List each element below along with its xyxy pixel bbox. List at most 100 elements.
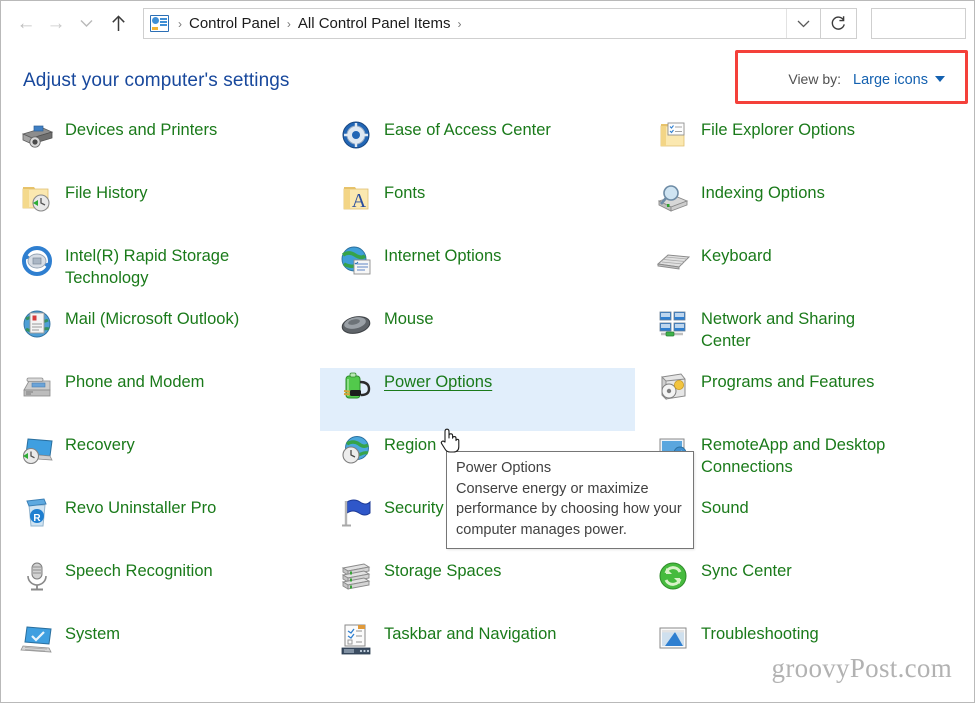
internet-options-icon: [334, 242, 378, 278]
item-label: Internet Options: [378, 242, 501, 267]
breadcrumb-separator: ›: [280, 17, 298, 31]
item-programs-and-features[interactable]: Programs and Features: [637, 368, 962, 431]
page-title: Adjust your computer's settings: [23, 70, 290, 92]
item-label: Devices and Printers: [59, 116, 217, 141]
item-phone-and-modem[interactable]: Phone and Modem: [1, 368, 316, 431]
battery-plug-icon: [334, 368, 378, 404]
item-mail-microsoft-outlook[interactable]: Mail (Microsoft Outlook): [1, 305, 316, 368]
refresh-button[interactable]: [821, 8, 857, 39]
globe-clock-icon: [334, 431, 378, 467]
disk-stack-icon: [334, 557, 378, 593]
item-intel-rapid-storage-technology[interactable]: Intel(R) Rapid Storage Technology: [1, 242, 316, 305]
chevron-down-icon: [797, 20, 810, 28]
item-label: Sync Center: [695, 557, 792, 582]
address-bar[interactable]: › Control Panel › All Control Panel Item…: [143, 8, 821, 39]
fax-modem-icon: [15, 368, 59, 404]
item-file-history[interactable]: File History: [1, 179, 316, 242]
item-label: Programs and Features: [695, 368, 874, 393]
tooltip-line-3: computer manages power.: [456, 520, 684, 541]
intel-storage-icon: [15, 242, 59, 278]
svg-text:R: R: [33, 513, 41, 524]
item-label: Speech Recognition: [59, 557, 213, 582]
item-sync-center[interactable]: Sync Center: [637, 557, 962, 620]
chevron-down-icon: [935, 76, 945, 82]
item-taskbar-and-navigation[interactable]: Taskbar and Navigation: [320, 620, 635, 683]
recent-locations-button[interactable]: [71, 9, 101, 39]
search-input[interactable]: [871, 8, 966, 39]
chevron-down-icon: [80, 19, 93, 28]
item-revo-uninstaller-pro[interactable]: R Revo Uninstaller Pro: [1, 494, 316, 557]
item-ease-of-access-center[interactable]: Ease of Access Center: [320, 116, 635, 179]
item-fonts[interactable]: A Fonts: [320, 179, 635, 242]
arrow-up-icon: [111, 15, 126, 32]
item-mouse[interactable]: Mouse: [320, 305, 635, 368]
arrow-left-icon: ←: [17, 14, 36, 33]
item-label: Fonts: [378, 179, 425, 204]
item-network-and-sharing-center[interactable]: Network and Sharing Center: [637, 305, 962, 368]
item-label: Revo Uninstaller Pro: [59, 494, 216, 519]
item-storage-spaces[interactable]: Storage Spaces: [320, 557, 635, 620]
microphone-icon: [15, 557, 59, 593]
item-recovery[interactable]: Recovery: [1, 431, 316, 494]
folder-options-icon: [651, 116, 695, 152]
flag-icon: [334, 494, 378, 530]
items-column-3: File Explorer Options Indexing Options: [637, 116, 962, 683]
fonts-folder-icon: A: [334, 179, 378, 215]
item-label: Mouse: [378, 305, 434, 330]
programs-features-icon: [651, 368, 695, 404]
view-by-value: Large icons: [853, 72, 928, 88]
sync-center-icon: [651, 557, 695, 593]
item-label: Phone and Modem: [59, 368, 204, 393]
item-label: Network and Sharing Center: [695, 305, 855, 353]
monitor-check-icon: [15, 620, 59, 656]
toolbar: ← → › Control Panel › All Control Panel …: [1, 1, 974, 46]
item-speech-recognition[interactable]: Speech Recognition: [1, 557, 316, 620]
svg-text:A: A: [352, 190, 367, 212]
up-button[interactable]: [103, 9, 133, 39]
item-label: Taskbar and Navigation: [378, 620, 556, 645]
item-label: Power Options: [378, 368, 492, 393]
keyboard-icon: [651, 242, 695, 278]
breadcrumb-all-control-panel-items[interactable]: All Control Panel Items: [298, 15, 451, 32]
breadcrumb-control-panel[interactable]: Control Panel: [189, 15, 280, 32]
folder-clock-icon: [15, 179, 59, 215]
item-system[interactable]: System: [1, 620, 316, 683]
view-by-control: View by: Large icons: [766, 57, 962, 102]
item-label: Storage Spaces: [378, 557, 501, 582]
back-button[interactable]: ←: [11, 9, 41, 39]
tooltip-title: Power Options: [456, 458, 684, 479]
revo-uninstaller-icon: R: [15, 494, 59, 530]
item-label: Recovery: [59, 431, 135, 456]
item-label: Sound: [695, 494, 749, 519]
item-internet-options[interactable]: Internet Options: [320, 242, 635, 305]
item-label: File History: [59, 179, 148, 204]
view-by-dropdown[interactable]: Large icons: [853, 72, 945, 88]
item-label: File Explorer Options: [695, 116, 855, 141]
items-column-1: Devices and Printers File History: [1, 116, 316, 683]
item-devices-and-printers[interactable]: Devices and Printers: [1, 116, 316, 179]
item-file-explorer-options[interactable]: File Explorer Options: [637, 116, 962, 179]
forward-button[interactable]: →: [41, 9, 71, 39]
breadcrumb-separator[interactable]: ›: [450, 17, 468, 31]
item-label: Keyboard: [695, 242, 772, 267]
mouse-icon: [334, 305, 378, 341]
item-label: Indexing Options: [695, 179, 825, 204]
troubleshooting-icon: [651, 620, 695, 656]
indexing-magnifier-icon: [651, 179, 695, 215]
ease-of-access-icon: [334, 116, 378, 152]
item-label: Region: [378, 431, 436, 456]
header-row: Adjust your computer's settings View by:…: [1, 46, 974, 116]
item-keyboard[interactable]: Keyboard: [637, 242, 962, 305]
control-panel-icon: [150, 15, 169, 32]
item-power-options[interactable]: Power Options: [320, 368, 635, 431]
item-label: Ease of Access Center: [378, 116, 551, 141]
item-indexing-options[interactable]: Indexing Options: [637, 179, 962, 242]
item-label: Mail (Microsoft Outlook): [59, 305, 239, 330]
item-label: Troubleshooting: [695, 620, 819, 645]
items-column-2: Ease of Access Center A Fonts: [320, 116, 635, 683]
tooltip-line-2: performance by choosing how your: [456, 499, 684, 520]
address-history-dropdown[interactable]: [786, 9, 820, 38]
network-sharing-icon: [651, 305, 695, 341]
watermark: groovyPost.com: [772, 653, 952, 684]
mail-globe-icon: [15, 305, 59, 341]
